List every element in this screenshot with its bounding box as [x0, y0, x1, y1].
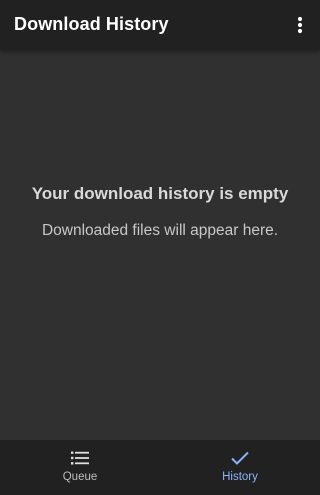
overflow-menu-button[interactable]: [288, 9, 312, 41]
bottom-navigation: Queue History: [0, 440, 320, 495]
nav-item-queue[interactable]: Queue: [0, 440, 160, 495]
nav-label-history: History: [222, 471, 258, 483]
check-icon: [230, 449, 250, 467]
list-icon: [70, 449, 90, 467]
app-bar: Download History: [0, 0, 320, 50]
empty-state-title: Your download history is empty: [31, 184, 289, 203]
nav-label-queue: Queue: [62, 471, 98, 483]
nav-item-history[interactable]: History: [160, 440, 320, 495]
empty-state: Your download history is empty Downloade…: [0, 50, 320, 440]
app-screen: Download History Your download history i…: [0, 0, 320, 495]
more-vert-icon: [297, 16, 303, 34]
page-title: Download History: [14, 14, 169, 34]
empty-state-subtitle: Downloaded files will appear here.: [41, 222, 279, 239]
